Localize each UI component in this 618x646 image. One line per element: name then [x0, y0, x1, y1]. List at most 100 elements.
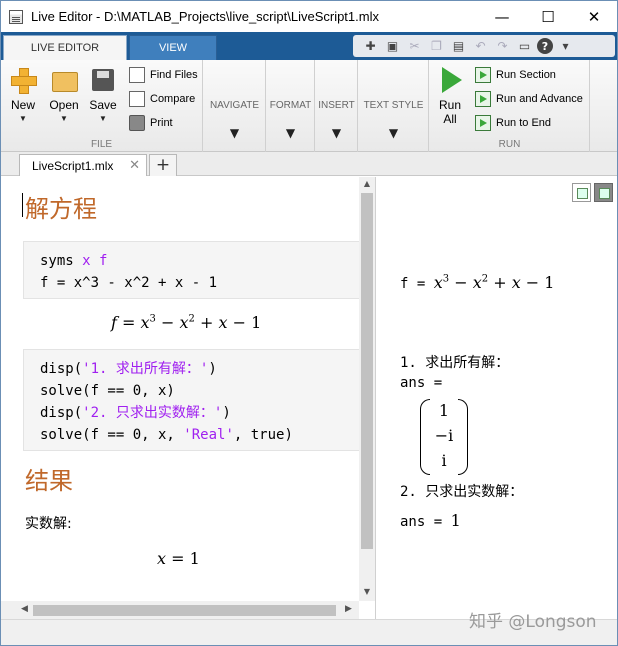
output-right-toggle-icon[interactable]	[594, 183, 613, 202]
output-line-1: 1. 求出所有解：	[400, 355, 510, 371]
add-tab-button[interactable]: +	[149, 154, 177, 176]
print-label: Print	[150, 117, 173, 129]
format-group[interactable]: FORMAT ▼	[267, 60, 315, 152]
open-button[interactable]: Open ▼	[44, 66, 84, 123]
help-icon[interactable]: ?	[537, 38, 553, 54]
ribbon: New ▼ Open ▼ Save ▼ Find Files Compare P…	[1, 60, 617, 152]
text-cursor	[22, 193, 23, 217]
quick-access-toolbar: ✚ ▣ ✂ ❐ ▤ ↶ ↷ ▭ ? ▾	[353, 35, 615, 57]
find-files-label: Find Files	[150, 69, 198, 81]
new-button[interactable]: New ▼	[3, 66, 43, 123]
live-editor-window: Live Editor - D:\MATLAB_Projects\live_sc…	[0, 0, 618, 646]
scrollbar-corner	[1, 601, 17, 619]
chevron-down-icon: ▼	[229, 126, 240, 140]
compare-button[interactable]: Compare	[129, 89, 195, 109]
code-line: f = x^3 - x^2 + x - 1	[40, 275, 218, 291]
output-line-2: 2. 只求出实数解：	[400, 484, 524, 500]
folder-icon	[50, 66, 78, 94]
find-files-icon	[129, 67, 145, 83]
redo-icon[interactable]: ↷	[493, 37, 512, 56]
printer-icon	[129, 115, 145, 131]
maximize-button[interactable]: ☐	[525, 1, 571, 32]
live-editor-app-icon	[9, 9, 23, 24]
solution-matrix: 1 −i i	[420, 399, 468, 475]
code-block-1[interactable]: syms x f f = x^3 - x^2 + x - 1	[23, 241, 359, 299]
editor-pane[interactable]: 解方程 syms x f f = x^3 - x^2 + x - 1 f = x…	[1, 177, 359, 601]
format-label: FORMAT	[269, 100, 312, 111]
new-plus-icon	[9, 66, 37, 94]
matrix-cell: −i	[434, 426, 454, 445]
chevron-down-icon: ▼	[285, 126, 296, 140]
matrix-cell: 1	[438, 401, 450, 420]
navigate-label: NAVIGATE	[209, 100, 260, 111]
text-real-solution[interactable]: 实数解:	[25, 513, 72, 533]
close-button[interactable]: ✕	[571, 1, 617, 32]
text-style-label: TEXT STYLE	[363, 100, 424, 111]
output-inline-toggle-icon[interactable]	[572, 183, 591, 202]
find-files-button[interactable]: Find Files	[129, 65, 198, 85]
code-block-2[interactable]: disp('1. 求出所有解：') solve(f == 0, x) disp(…	[23, 349, 359, 451]
paste-icon[interactable]: ▤	[449, 37, 468, 56]
heading-results[interactable]: 结果	[25, 461, 73, 496]
tab-live-editor[interactable]: LIVE EDITOR	[3, 35, 127, 60]
document-tab-bar: LiveScript1.mlx ✕ +	[1, 152, 617, 176]
compare-icon	[129, 91, 145, 107]
copy-icon[interactable]: ❐	[427, 37, 446, 56]
chevron-down-icon: ▼	[19, 114, 27, 123]
print-button[interactable]: Print	[129, 113, 173, 133]
new-label: New	[10, 98, 35, 112]
floppy-disk-icon	[89, 66, 117, 94]
chevron-down-icon: ▼	[331, 126, 342, 140]
scroll-right-icon[interactable]: ▶	[345, 604, 352, 614]
run-group: Run All Run Section Run and Advance Run …	[430, 60, 590, 152]
run-and-advance-label: Run and Advance	[496, 93, 583, 105]
scrollbar-thumb[interactable]	[33, 605, 336, 616]
code-keyword: x f	[82, 253, 108, 269]
editor-horizontal-scrollbar[interactable]: ◀ ▶	[17, 601, 359, 619]
watermark-text: 知乎 @Longson	[469, 612, 597, 632]
scroll-left-icon[interactable]: ◀	[21, 604, 28, 614]
new-icon[interactable]: ✚	[361, 37, 380, 56]
code-string: 'Real'	[183, 427, 234, 443]
editor-vertical-scrollbar[interactable]: ▲ ▼	[359, 177, 375, 601]
run-section-label: Run Section	[496, 69, 556, 81]
insert-group[interactable]: INSERT ▼	[316, 60, 358, 152]
tab-view[interactable]: VIEW	[129, 35, 217, 60]
cut-icon[interactable]: ✂	[405, 37, 424, 56]
run-section-button[interactable]: Run Section	[475, 65, 556, 85]
minimize-button[interactable]: —	[479, 1, 525, 32]
doc-tab-label: LiveScript1.mlx	[32, 158, 114, 173]
switch-windows-icon[interactable]: ▭	[515, 37, 534, 56]
run-and-advance-button[interactable]: Run and Advance	[475, 89, 583, 109]
symbolic-output-equation: f = x3 − x2 + x − 1	[111, 313, 262, 332]
save-label: Save	[89, 98, 117, 112]
real-solution-equation: x = 1	[157, 549, 200, 568]
scroll-down-icon[interactable]: ▼	[359, 587, 375, 596]
close-icon[interactable]: ✕	[129, 158, 140, 173]
code-string: '2. 只求出实数解：'	[82, 405, 223, 421]
heading-solve-equation[interactable]: 解方程	[25, 189, 97, 224]
right-paren	[458, 399, 468, 475]
run-to-end-button[interactable]: Run to End	[475, 113, 551, 133]
expand-icon[interactable]: ▾	[556, 37, 575, 56]
code-line: syms	[40, 253, 83, 269]
undo-icon[interactable]: ↶	[471, 37, 490, 56]
compare-label: Compare	[150, 93, 196, 105]
save-icon[interactable]: ▣	[383, 37, 402, 56]
tab-livescript1[interactable]: LiveScript1.mlx ✕	[19, 154, 147, 176]
scrollbar-thumb[interactable]	[361, 193, 373, 549]
save-button[interactable]: Save ▼	[83, 66, 123, 123]
text-style-group[interactable]: TEXT STYLE ▼	[359, 60, 429, 152]
window-title: Live Editor - D:\MATLAB_Projects\live_sc…	[31, 9, 379, 24]
scroll-up-icon[interactable]: ▲	[359, 179, 375, 188]
run-all-label-1: Run	[438, 98, 461, 112]
ribbon-tab-strip: LIVE EDITOR VIEW ✚ ▣ ✂ ❐ ▤ ↶ ↷ ▭ ? ▾	[1, 32, 617, 60]
navigate-group[interactable]: NAVIGATE ▼	[204, 60, 266, 152]
output-ans-1: ans =	[400, 375, 443, 391]
window-controls: — ☐ ✕	[479, 1, 617, 32]
chevron-down-icon: ▼	[388, 126, 399, 140]
chevron-down-icon: ▼	[99, 114, 107, 123]
run-and-advance-icon	[475, 91, 491, 107]
chevron-down-icon: ▼	[60, 114, 68, 123]
run-all-button[interactable]: Run All	[430, 66, 470, 126]
